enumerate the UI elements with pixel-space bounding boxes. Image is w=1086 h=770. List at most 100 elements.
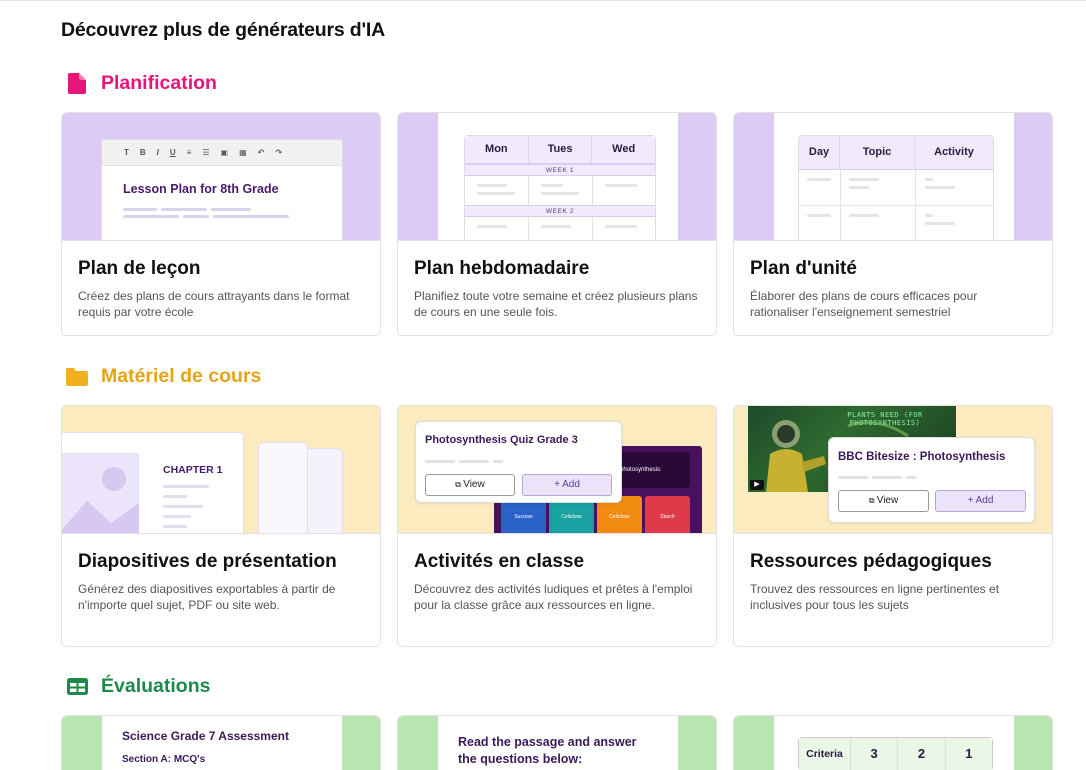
card-assessment[interactable]: Science Grade 7 Assessment Section A: MC… <box>61 715 381 770</box>
row-divider <box>799 205 993 206</box>
slide-back-1 <box>258 442 308 533</box>
text-line <box>493 460 503 463</box>
cell-line <box>849 178 879 181</box>
column-header: Wed <box>612 143 636 155</box>
section-materials-header: Matériel de cours <box>66 365 261 388</box>
cell-line <box>925 214 933 217</box>
cell-line <box>807 178 831 181</box>
cell-line <box>925 186 955 189</box>
card-lesson-plan[interactable]: T B I U ≡ ☰ ▣ ▦ ↶ ↷ Lesson Plan for 8th … <box>61 112 381 336</box>
card-teaching-resources[interactable]: PLANTS NEED (FOR PHOTOSYNTHESIS) ▶ BBC B… <box>733 405 1053 647</box>
ordered-list-icon: ≡ <box>186 148 192 157</box>
resource-card: BBC Bitesize : Photosynthesis ⧉ View + A… <box>828 437 1035 523</box>
card-title: Ressources pédagogiques <box>750 551 992 572</box>
card-description: Découvrez des activités ludiques et prêt… <box>414 582 693 612</box>
reading-preview: Read the passage and answer the question… <box>398 716 716 770</box>
quiz-question-box: photosynthesis: <box>614 452 690 488</box>
card-rubric[interactable]: Criteria 3 2 1 <box>733 715 1053 770</box>
image-placeholder-icon <box>62 467 139 533</box>
cell-line <box>477 225 507 228</box>
text-line <box>123 215 179 218</box>
answer-tile: Starch <box>645 496 690 533</box>
weekly-plan-preview: Mon Tues Wed WEEK 1 WEEK 2 <box>398 113 716 241</box>
redo-icon: ↷ <box>275 148 283 157</box>
view-button[interactable]: ⧉ View <box>838 490 929 512</box>
text-line <box>213 215 289 218</box>
card-description: Générez des diapositives exportables à p… <box>78 582 336 612</box>
assessment-paper: Science Grade 7 Assessment Section A: MC… <box>102 716 342 770</box>
unit-table-header: Day Topic Activity <box>799 136 993 170</box>
card-title: Plan hebdomadaire <box>414 258 590 279</box>
add-button[interactable]: + Add <box>522 474 612 496</box>
weekly-table-header: Mon Tues Wed <box>465 136 655 164</box>
image-icon: ▣ <box>220 148 229 157</box>
assessment-title: Science Grade 7 Assessment <box>122 729 289 743</box>
card-title: Plan d'unité <box>750 258 857 279</box>
card-unit-plan[interactable]: Day Topic Activity Plan d'unité Élaborer… <box>733 112 1053 336</box>
quiz-card: Photosynthesis Quiz Grade 3 ⧉ View + Add <box>415 421 622 503</box>
editor-mockup: T B I U ≡ ☰ ▣ ▦ ↶ ↷ Lesson Plan for 8th … <box>101 139 343 240</box>
text-line <box>163 495 187 498</box>
column-header: Topic <box>840 136 915 169</box>
quiz-title: Photosynthesis Quiz Grade 3 <box>425 434 578 446</box>
card-title: Diapositives de présentation <box>78 551 337 572</box>
reading-paper: Read the passage and answer the question… <box>438 716 678 770</box>
external-link-icon: ⧉ <box>868 496 877 505</box>
cell-line <box>925 178 933 181</box>
text-line <box>459 460 489 463</box>
card-description: Planifiez toute votre semaine et créez p… <box>414 289 698 319</box>
card-presentation-slides[interactable]: CHAPTER 1 Diapositives de présentation G… <box>61 405 381 647</box>
text-line <box>906 476 916 479</box>
reading-instruction: Read the passage and answer the question… <box>458 735 637 766</box>
column-divider <box>528 176 529 205</box>
play-icon[interactable]: ▶ <box>750 480 764 490</box>
section-planning-header: Planification <box>66 72 217 95</box>
section-planning-title: Planification <box>101 72 217 94</box>
cell-line <box>849 214 879 217</box>
bold-tool-icon: B <box>139 148 146 157</box>
card-description: Créez des plans de cours attrayants dans… <box>78 289 350 319</box>
weekly-table: Mon Tues Wed WEEK 1 WEEK 2 <box>464 135 656 240</box>
page-heading: Découvrez plus de générateurs d'IA <box>61 19 386 41</box>
card-class-activities[interactable]: photosynthesis: Sucrose Cellulose Cellul… <box>397 405 717 647</box>
card-weekly-plan[interactable]: Mon Tues Wed WEEK 1 WEEK 2 Plan hebdomad… <box>397 112 717 336</box>
slides-preview: CHAPTER 1 <box>62 406 380 534</box>
rubric-paper: Criteria 3 2 1 <box>774 716 1014 770</box>
bullet-list-icon: ☰ <box>202 148 210 157</box>
document-icon <box>66 73 88 95</box>
lesson-plan-preview: T B I U ≡ ☰ ▣ ▦ ↶ ↷ Lesson Plan for 8th … <box>62 113 380 241</box>
section-evaluations-header: Évaluations <box>66 675 210 698</box>
text-line <box>183 215 209 218</box>
view-label: View <box>876 495 899 506</box>
underline-tool-icon: U <box>169 148 176 157</box>
chapter-label: CHAPTER 1 <box>163 464 223 476</box>
cell-line <box>541 184 563 187</box>
text-line <box>163 515 191 518</box>
cell-line <box>605 184 637 187</box>
editor-toolbar: T B I U ≡ ☰ ▣ ▦ ↶ ↷ <box>102 140 342 166</box>
text-line <box>161 208 207 211</box>
assessment-section: Section A: MCQ's <box>122 754 206 765</box>
card-title: Plan de leçon <box>78 258 201 279</box>
card-reading-comprehension[interactable]: Read the passage and answer the question… <box>397 715 717 770</box>
score-header: 1 <box>965 746 973 761</box>
column-header: Mon <box>465 136 529 163</box>
cell-line <box>925 222 955 225</box>
table-tool-icon: ▦ <box>239 148 247 157</box>
section-evaluations-title: Évaluations <box>101 675 211 697</box>
add-button[interactable]: + Add <box>935 490 1026 512</box>
score-header: 2 <box>898 738 946 770</box>
cell-line <box>541 192 579 195</box>
column-divider <box>592 176 593 205</box>
rubric-preview: Criteria 3 2 1 <box>734 716 1052 770</box>
rubric-header: Criteria 3 2 1 <box>799 738 992 770</box>
section-materials-title: Matériel de cours <box>101 365 262 387</box>
cell-line <box>849 186 869 189</box>
text-line <box>838 476 868 479</box>
cell-line <box>807 214 831 217</box>
view-button[interactable]: ⧉ View <box>425 474 515 496</box>
column-header: Day <box>799 136 840 169</box>
criteria-label: Criteria <box>799 738 851 770</box>
bold-tool-icon: T <box>124 148 129 157</box>
top-divider <box>0 0 1086 1</box>
